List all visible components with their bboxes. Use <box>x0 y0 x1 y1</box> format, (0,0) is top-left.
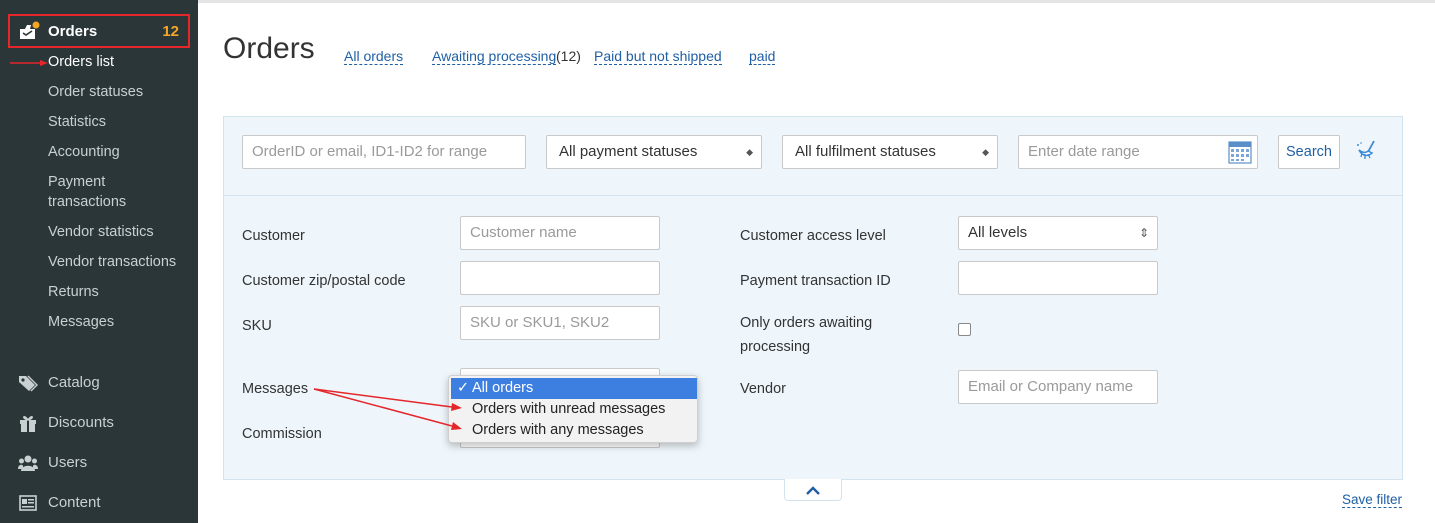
sidebar-item-payment-transactions-line2[interactable]: transactions <box>48 194 126 210</box>
messages-label: Messages <box>242 381 309 397</box>
sku-input[interactable]: SKU or SKU1, SKU2 <box>460 306 660 340</box>
messages-option-all-orders[interactable]: ✓ All orders <box>451 378 697 399</box>
top-border <box>198 0 1435 3</box>
sidebar-item-discounts[interactable]: Discounts <box>0 412 198 436</box>
sidebar-orders-label: Orders <box>48 23 98 40</box>
messages-option-unread[interactable]: Orders with unread messages <box>451 399 697 420</box>
calendar-icon[interactable] <box>1228 140 1252 164</box>
access-level-value: All levels <box>968 224 1028 241</box>
sku-label: SKU <box>242 318 272 334</box>
select-arrows-icon: ◆ <box>982 147 989 157</box>
sidebar-item-statistics[interactable]: Statistics <box>48 114 106 130</box>
zip-code-input[interactable] <box>460 261 660 295</box>
awaiting-processing-label-line1: Only orders awaiting <box>740 315 873 331</box>
sidebar-item-orders[interactable]: Orders 12 <box>8 14 190 48</box>
awaiting-processing-label-line2: processing <box>740 339 811 355</box>
sidebar-item-returns[interactable]: Returns <box>48 284 99 300</box>
filter-panel <box>223 116 1403 480</box>
fulfilment-status-select[interactable]: All fulfilment statuses ◆ <box>782 135 998 169</box>
sidebar-discounts-label: Discounts <box>48 414 114 431</box>
order-search-input[interactable]: OrderID or email, ID1-ID2 for range <box>242 135 526 169</box>
payment-status-select[interactable]: All payment statuses ◆ <box>546 135 762 169</box>
orders-icon <box>20 21 40 39</box>
sidebar: Orders 12 Orders list Order statuses Sta… <box>0 0 198 523</box>
panel-divider <box>224 195 1402 196</box>
select-arrows-icon: ◆ <box>746 147 753 157</box>
sidebar-item-users[interactable]: Users <box>0 452 198 476</box>
sidebar-catalog-label: Catalog <box>48 374 100 391</box>
annotation-arrow-icon <box>10 60 48 66</box>
sidebar-content-label: Content <box>48 494 101 511</box>
vendor-label: Vendor <box>740 381 786 397</box>
sidebar-item-vendor-statistics[interactable]: Vendor statistics <box>48 224 154 240</box>
sidebar-item-catalog[interactable]: Catalog <box>0 372 198 396</box>
select-updown-icon: ⇕ <box>1138 226 1149 240</box>
link-paid-not-shipped[interactable]: Paid but not shipped <box>594 48 722 65</box>
collapse-panel-button[interactable] <box>784 479 842 501</box>
sidebar-item-content[interactable]: Content <box>0 492 198 516</box>
sidebar-users-label: Users <box>48 454 88 471</box>
page-title: Orders <box>223 32 315 65</box>
sidebar-item-orders-list[interactable]: Orders list <box>48 54 114 70</box>
save-filter-link[interactable]: Save filter <box>1342 492 1403 508</box>
access-level-select[interactable]: All levels ⇕ <box>958 216 1158 250</box>
orders-count-badge: 12 <box>162 23 179 40</box>
vendor-input[interactable]: Email or Company name <box>958 370 1158 404</box>
sidebar-item-order-statuses[interactable]: Order statuses <box>48 84 143 100</box>
customer-name-input[interactable]: Customer name <box>460 216 660 250</box>
payment-status-value: All payment statuses <box>559 143 698 160</box>
payment-transaction-label: Payment transaction ID <box>740 273 891 289</box>
messages-option-label: All orders <box>472 380 534 396</box>
sidebar-item-messages[interactable]: Messages <box>48 314 114 330</box>
sidebar-item-payment-transactions[interactable]: Payment <box>48 174 105 190</box>
messages-option-any[interactable]: Orders with any messages <box>451 420 697 441</box>
link-paid[interactable]: paid <box>749 48 776 65</box>
zip-code-label: Customer zip/postal code <box>242 273 406 289</box>
awaiting-processing-count: (12) <box>556 48 581 64</box>
tag-icon <box>19 375 38 392</box>
gift-icon <box>20 416 36 432</box>
messages-dropdown-menu: ✓ All orders Orders with unread messages… <box>448 375 698 443</box>
fulfilment-status-value: All fulfilment statuses <box>795 143 936 160</box>
content-icon <box>19 495 37 511</box>
awaiting-processing-checkbox[interactable] <box>958 323 971 336</box>
link-all-orders[interactable]: All orders <box>344 48 404 65</box>
search-button[interactable]: Search <box>1278 135 1340 169</box>
clear-filter-broom-icon[interactable] <box>1354 140 1380 164</box>
access-level-label: Customer access level <box>740 228 886 244</box>
commission-label: Commission <box>242 426 322 442</box>
sidebar-item-vendor-transactions[interactable]: Vendor transactions <box>48 254 176 270</box>
link-awaiting-processing[interactable]: Awaiting processing <box>432 48 557 65</box>
users-icon <box>18 455 38 471</box>
date-range-input[interactable]: Enter date range <box>1018 135 1258 169</box>
sidebar-item-accounting[interactable]: Accounting <box>48 144 120 160</box>
customer-label: Customer <box>242 228 305 244</box>
check-icon: ✓ <box>457 380 470 396</box>
payment-transaction-input[interactable] <box>958 261 1158 295</box>
chevron-up-icon <box>806 486 820 495</box>
